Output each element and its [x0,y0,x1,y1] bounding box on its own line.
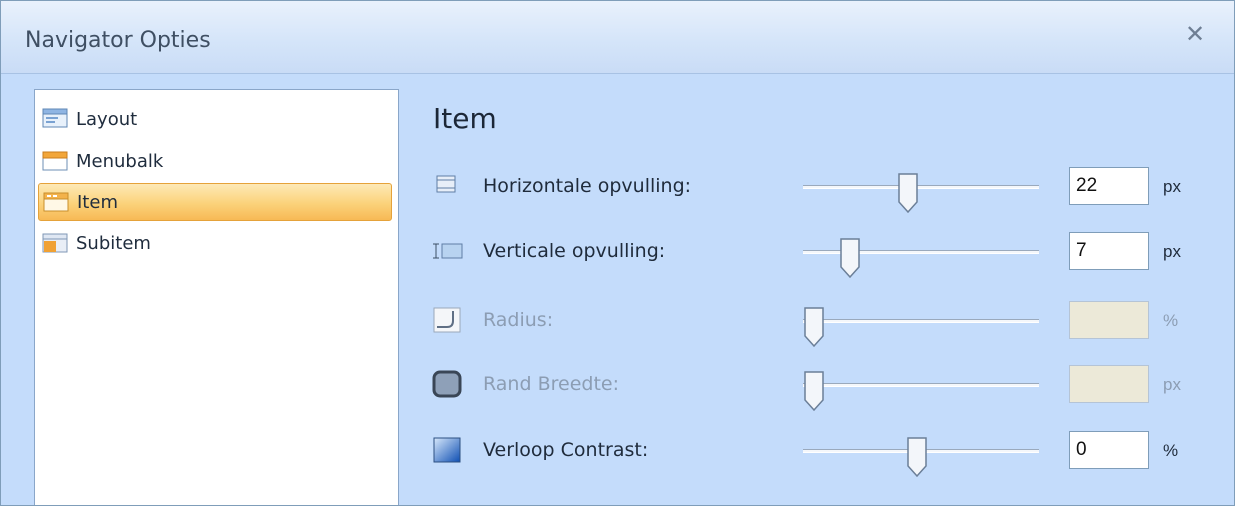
nav-item-layout[interactable]: Layout [38,100,392,138]
title-bar[interactable]: Navigator Opties ✕ [1,1,1234,74]
vertical-padding-icon [433,243,463,259]
slider-thumb[interactable] [906,436,928,478]
navigator-options-dialog: Navigator Opties ✕ Layout Menubalk Item … [0,0,1235,506]
nav-item-subitem[interactable]: Subitem [38,224,392,262]
radius-input[interactable] [1069,301,1149,339]
horizontal-padding-slider[interactable] [803,173,1039,214]
border-width-icon [432,370,462,398]
slider-thumb[interactable] [803,370,825,412]
radius-label: Radius: [483,309,554,331]
nav-item-label: Item [77,191,118,213]
gradient-contrast-slider[interactable] [803,437,1039,478]
border-width-row: Rand Breedte: px [431,365,1211,412]
horizontal-padding-label: Horizontale opvulling: [483,175,692,197]
radius-slider[interactable] [803,307,1039,348]
slider-thumb[interactable] [803,306,825,348]
radius-row: Radius: % [431,301,1211,348]
unit-label: px [1163,375,1181,394]
vertical-padding-row: Verticale opvulling: 7 px [431,232,1211,279]
section-heading: Item [433,102,497,135]
horizontal-padding-icon [436,175,456,193]
radius-icon [433,307,461,333]
slider-thumb[interactable] [897,172,919,214]
gradient-contrast-icon [433,437,461,463]
nav-item-label: Menubalk [76,150,164,172]
category-list: Layout Menubalk Item Subitem [34,89,399,505]
menubar-icon [42,151,68,171]
horizontal-padding-input[interactable]: 22 [1069,167,1149,205]
vertical-padding-label: Verticale opvulling: [483,240,666,262]
border-width-input[interactable] [1069,365,1149,403]
slider-thumb[interactable] [839,237,861,279]
horizontal-padding-row: Horizontale opvulling: 22 px [431,167,1211,214]
layout-icon [42,108,68,128]
unit-label: % [1163,311,1179,330]
nav-item-label: Layout [76,108,138,130]
nav-item-label: Subitem [76,232,151,254]
nav-item-menubalk[interactable]: Menubalk [38,142,392,180]
item-icon [43,192,69,212]
nav-item-item[interactable]: Item [38,183,392,221]
unit-label: px [1163,242,1181,261]
vertical-padding-input[interactable]: 7 [1069,232,1149,270]
gradient-contrast-row: Verloop Contrast: 0 % [431,431,1211,478]
border-width-label: Rand Breedte: [483,373,619,395]
dialog-title: Navigator Opties [25,28,211,53]
unit-label: px [1163,177,1181,196]
vertical-padding-slider[interactable] [803,238,1039,279]
border-width-slider[interactable] [803,371,1039,412]
gradient-contrast-input[interactable]: 0 [1069,431,1149,469]
gradient-contrast-label: Verloop Contrast: [483,439,649,461]
unit-label: % [1163,441,1179,460]
subitem-icon [42,233,68,253]
close-icon[interactable]: ✕ [1182,21,1208,47]
